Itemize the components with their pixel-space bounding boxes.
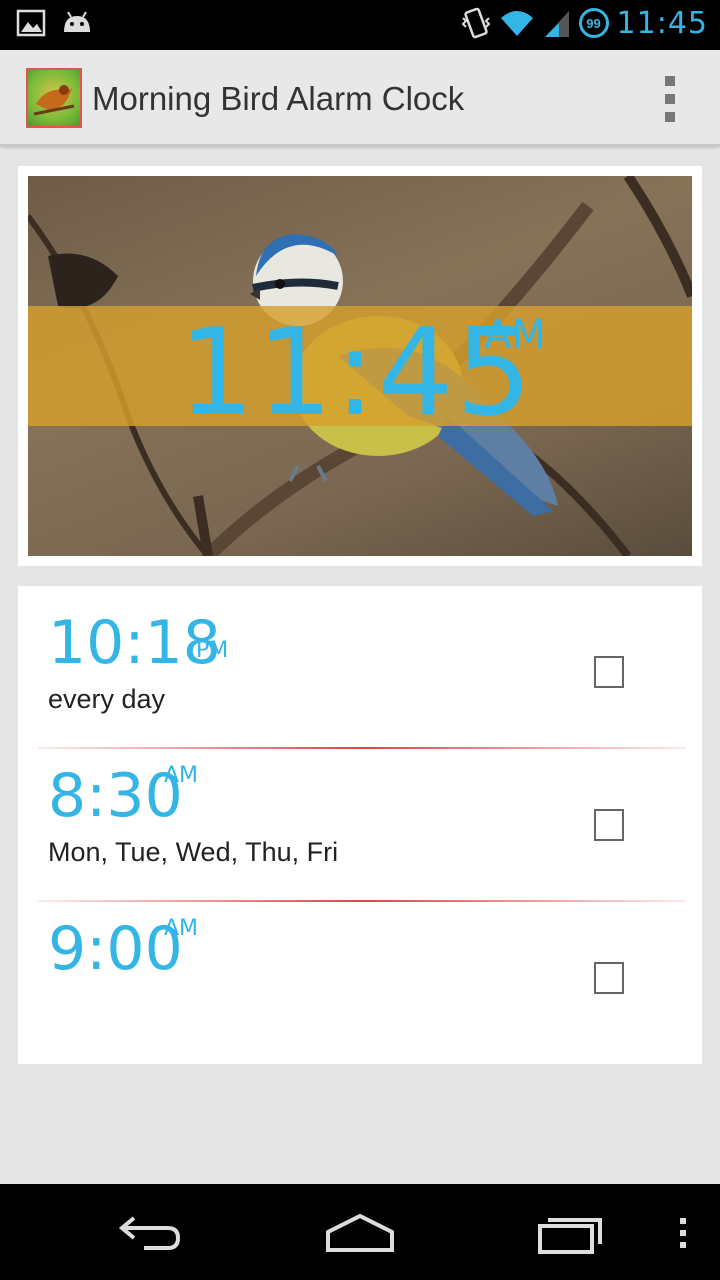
clock-card: 11:45 AM <box>18 166 702 566</box>
action-bar: Morning Bird Alarm Clock <box>0 50 720 146</box>
overflow-menu-icon[interactable] <box>660 76 680 122</box>
navigation-bar <box>0 1184 720 1280</box>
signal-icon <box>544 11 569 37</box>
alarm-enable-checkbox[interactable] <box>594 656 624 688</box>
alarm-days: Mon, Tue, Wed, Thu, Fri <box>48 837 339 867</box>
alarm-time: 10:18 <box>48 608 221 678</box>
alarm-time: 9:00 <box>48 914 183 984</box>
alarm-row[interactable]: 10:18 PM every day <box>18 586 702 738</box>
recent-apps-icon[interactable] <box>536 1204 608 1260</box>
notification-badge: 99 <box>578 8 609 38</box>
alarm-ampm: PM <box>196 638 229 663</box>
alarm-ampm: AM <box>164 916 199 941</box>
status-clock: 11:45 <box>616 5 708 41</box>
status-bar-right: 99 11:45 <box>461 4 708 42</box>
current-ampm: AM <box>484 312 546 358</box>
status-bar-left <box>16 8 94 38</box>
android-icon <box>64 11 90 32</box>
status-bar: 99 11:45 <box>0 0 720 50</box>
alarm-days: every day <box>48 684 166 714</box>
bird-photo: 11:45 AM <box>28 176 692 556</box>
alarm-enable-checkbox[interactable] <box>594 809 624 841</box>
wifi-icon <box>500 11 533 36</box>
alarm-row[interactable]: 8:30 AM Mon, Tue, Wed, Thu, Fri <box>18 739 702 891</box>
vibrate-icon <box>461 7 490 39</box>
back-icon[interactable] <box>114 1204 184 1260</box>
current-time: 11:45 <box>178 304 534 443</box>
alarm-list: 10:18 PM every day 8:30 AM Mon, Tue, Wed… <box>18 586 702 1064</box>
home-icon[interactable] <box>324 1204 396 1260</box>
app-title: Morning Bird Alarm Clock <box>92 80 465 117</box>
gallery-icon <box>16 9 46 37</box>
alarm-time: 8:30 <box>48 761 183 831</box>
menu-icon[interactable] <box>676 1204 690 1260</box>
alarm-row[interactable]: 9:00 AM <box>18 892 702 1044</box>
alarm-ampm: AM <box>164 763 199 788</box>
bird-app-icon <box>26 68 82 128</box>
alarm-enable-checkbox[interactable] <box>594 962 624 994</box>
